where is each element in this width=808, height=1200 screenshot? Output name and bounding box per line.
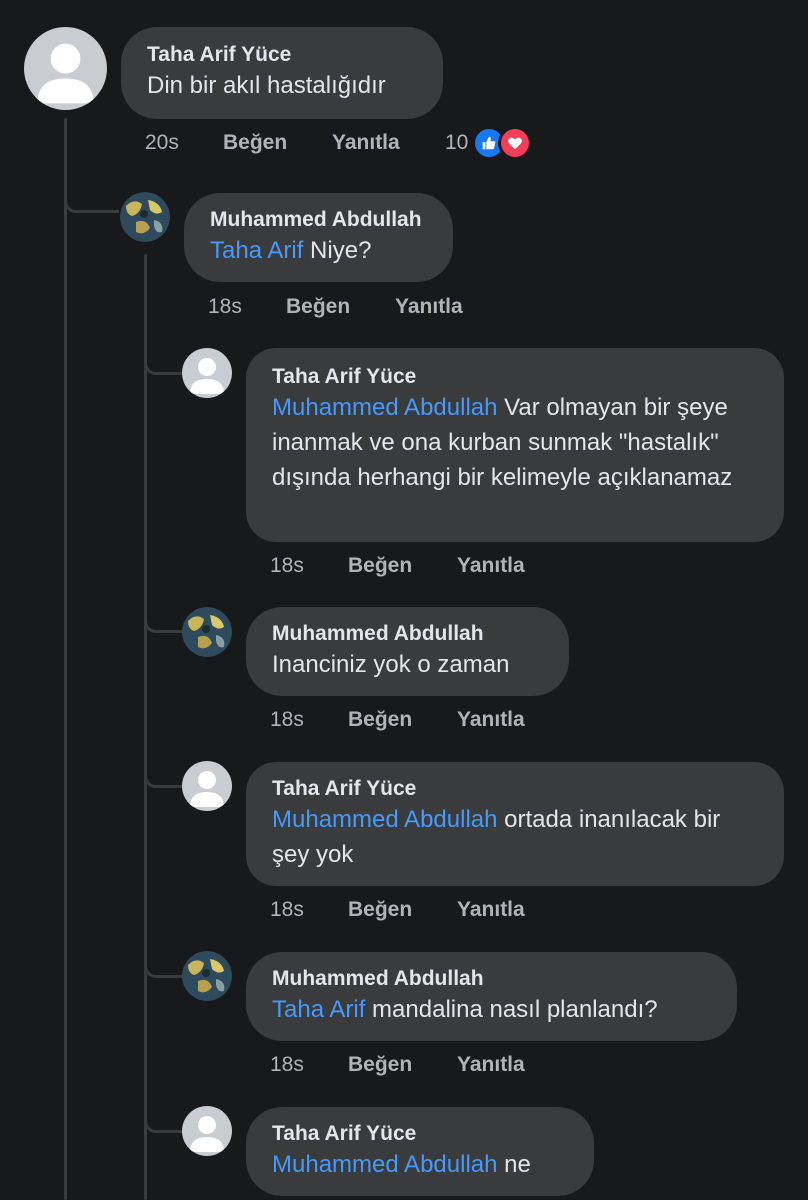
comment-actions: 18s Beğen Yanıtla <box>270 1046 570 1084</box>
comment-timestamp[interactable]: 18s <box>270 898 348 922</box>
thread-branch <box>144 953 183 978</box>
comment-body: mandalina nasıl planlandı? <box>365 996 658 1023</box>
avatar[interactable] <box>120 192 170 242</box>
mention-link[interactable]: Taha Arif <box>210 237 303 264</box>
comment-thread: Taha Arif Yüce Din bir akıl hastalığıdır… <box>0 0 808 1200</box>
avatar[interactable] <box>182 761 232 811</box>
comment-actions: 18s Beğen Yanıtla <box>270 547 570 585</box>
comment-body: Niye? <box>303 237 372 264</box>
thread-branch <box>144 608 183 633</box>
reply-button[interactable]: Yanıtla <box>457 898 570 922</box>
like-button[interactable]: Beğen <box>348 898 457 922</box>
comment-author[interactable]: Muhammed Abdullah <box>210 207 427 233</box>
thread-branch <box>64 188 119 213</box>
comment-actions: 18s Beğen Yanıtla <box>208 288 508 326</box>
avatar[interactable] <box>182 607 232 657</box>
mention-link[interactable]: Muhammed Abdullah <box>272 394 497 421</box>
comment-author[interactable]: Taha Arif Yüce <box>272 364 758 390</box>
comment-timestamp[interactable]: 18s <box>208 295 286 319</box>
avatar[interactable] <box>24 27 107 110</box>
reply-button[interactable]: Yanıtla <box>457 1053 570 1077</box>
comment-actions: 20s Beğen Yanıtla 10 <box>145 124 533 162</box>
comment-body: ne <box>497 1151 531 1178</box>
comment-text: Inanciniz yok o zaman <box>272 651 510 678</box>
comment-author[interactable]: Taha Arif Yüce <box>272 1121 568 1147</box>
comment-bubble[interactable]: Taha Arif Yüce Din bir akıl hastalığıdır <box>121 27 443 119</box>
like-button[interactable]: Beğen <box>348 708 457 732</box>
thread-branch <box>144 350 183 375</box>
comment-timestamp[interactable]: 18s <box>270 1053 348 1077</box>
comment-author[interactable]: Taha Arif Yüce <box>147 42 417 68</box>
comment-bubble[interactable]: Muhammed Abdullah Inanciniz yok o zaman <box>246 607 569 696</box>
reactions-summary[interactable] <box>472 126 533 160</box>
comment-text: Muhammed Abdullah ortada inanılacak bir … <box>272 802 758 872</box>
comment-timestamp[interactable]: 18s <box>270 708 348 732</box>
love-icon <box>498 126 533 160</box>
avatar[interactable] <box>182 951 232 1001</box>
avatar[interactable] <box>182 348 232 398</box>
comment-author[interactable]: Taha Arif Yüce <box>272 776 758 802</box>
comment-author[interactable]: Muhammed Abdullah <box>272 966 711 992</box>
thread-line-nested <box>144 254 147 1200</box>
reply-button[interactable]: Yanıtla <box>395 295 508 319</box>
thread-line-main <box>64 118 67 1200</box>
comment-timestamp[interactable]: 20s <box>145 131 223 155</box>
comment-actions: 18s Beğen Yanıtla <box>270 891 570 929</box>
mention-link[interactable]: Muhammed Abdullah <box>272 806 497 833</box>
thread-branch <box>144 1108 183 1133</box>
comment-text: Taha Arif Niye? <box>210 233 427 268</box>
comment-bubble[interactable]: Muhammed Abdullah Taha Arif Niye? <box>184 193 453 282</box>
reaction-count[interactable]: 10 <box>445 131 468 155</box>
comment-bubble[interactable]: Taha Arif Yüce Muhammed Abdullah ortada … <box>246 762 784 886</box>
comment-timestamp[interactable]: 18s <box>270 554 348 578</box>
comment-text: Taha Arif mandalina nasıl planlandı? <box>272 992 711 1027</box>
like-button[interactable]: Beğen <box>348 1053 457 1077</box>
comment-text: Muhammed Abdullah ne <box>272 1147 568 1182</box>
comment-actions: 18s Beğen Yanıtla <box>270 701 570 739</box>
like-button[interactable]: Beğen <box>286 295 395 319</box>
mention-link[interactable]: Muhammed Abdullah <box>272 1151 497 1178</box>
comment-bubble[interactable]: Taha Arif Yüce Muhammed Abdullah Var olm… <box>246 348 784 542</box>
comment-author[interactable]: Muhammed Abdullah <box>272 621 543 647</box>
like-button[interactable]: Beğen <box>223 131 332 155</box>
mention-link[interactable]: Taha Arif <box>272 996 365 1023</box>
reply-button[interactable]: Yanıtla <box>332 131 445 155</box>
comment-text: Muhammed Abdullah Var olmayan bir şeye i… <box>272 390 758 495</box>
avatar[interactable] <box>182 1106 232 1156</box>
thread-branch <box>144 763 183 788</box>
comment-bubble[interactable]: Muhammed Abdullah Taha Arif mandalina na… <box>246 952 737 1041</box>
like-button[interactable]: Beğen <box>348 554 457 578</box>
comment-text: Din bir akıl hastalığıdır <box>147 72 386 99</box>
reply-button[interactable]: Yanıtla <box>457 554 570 578</box>
reply-button[interactable]: Yanıtla <box>457 708 570 732</box>
comment-bubble[interactable]: Taha Arif Yüce Muhammed Abdullah ne <box>246 1107 594 1196</box>
